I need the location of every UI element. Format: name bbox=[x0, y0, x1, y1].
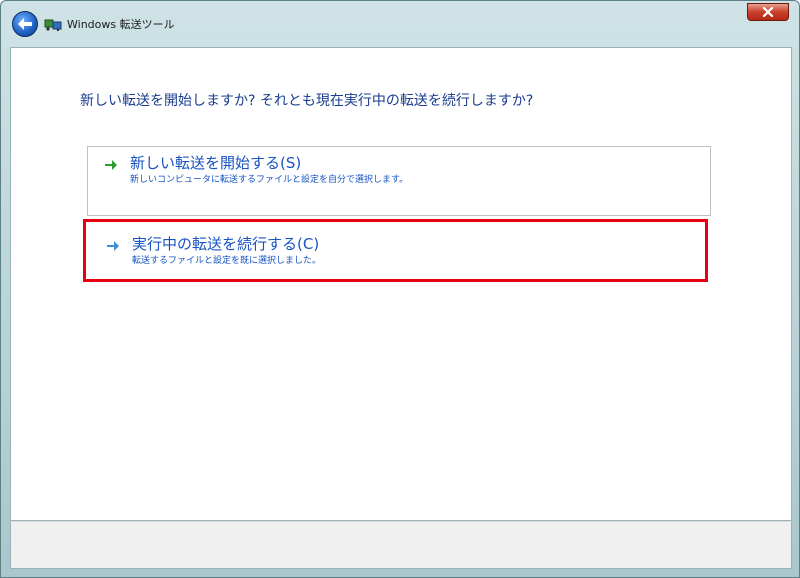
back-arrow-icon bbox=[18, 18, 32, 30]
option-title: 新しい転送を開始する(S) bbox=[130, 154, 302, 172]
option-new-transfer[interactable]: 新しい転送を開始する(S) 新しいコンピュータに転送するファイルと設定を自分で選… bbox=[87, 146, 711, 216]
back-button[interactable] bbox=[12, 11, 38, 37]
transfer-icon bbox=[44, 19, 62, 31]
content-pane bbox=[10, 47, 792, 521]
window: Windows 転送ツール bbox=[0, 0, 800, 578]
window-title: Windows 転送ツール bbox=[67, 18, 175, 31]
green-arrow-icon bbox=[105, 160, 117, 170]
footer-bar bbox=[10, 521, 792, 569]
option-description: 転送するファイルと設定を既に選択しました。 bbox=[132, 256, 322, 266]
option-description: 新しいコンピュータに転送するファイルと設定を自分で選択します。 bbox=[130, 175, 409, 185]
option-continue-transfer[interactable]: 実行中の転送を続行する(C) 転送するファイルと設定を既に選択しました。 bbox=[83, 219, 708, 282]
close-icon bbox=[762, 7, 774, 17]
page-heading: 新しい転送を開始しますか? それとも現在実行中の転送を続行しますか? bbox=[80, 93, 534, 109]
close-button[interactable] bbox=[747, 3, 789, 21]
option-title: 実行中の転送を続行する(C) bbox=[132, 235, 320, 253]
blue-arrow-icon bbox=[107, 241, 119, 251]
title-bar: Windows 転送ツール bbox=[1, 1, 799, 47]
